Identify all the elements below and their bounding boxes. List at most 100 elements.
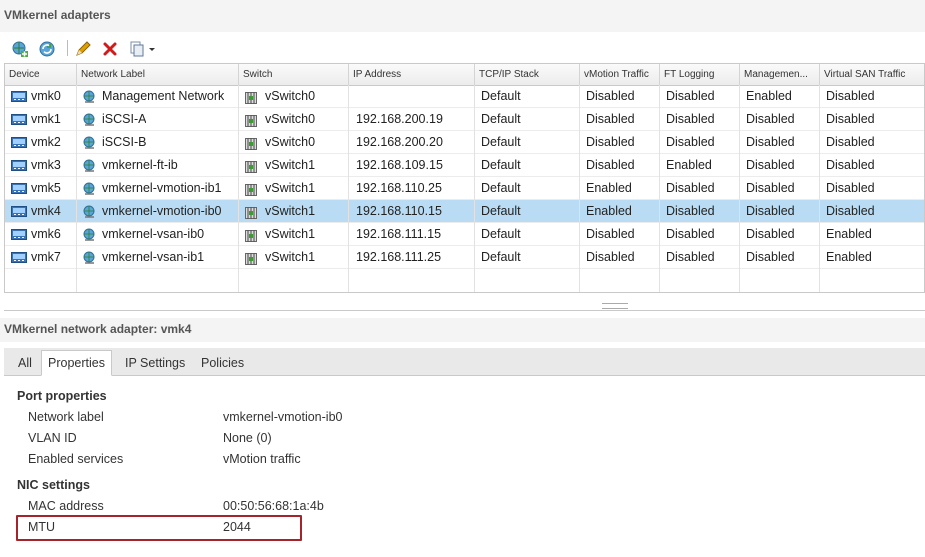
remove-button[interactable] (100, 38, 120, 60)
vsan-cell: Disabled (826, 158, 875, 172)
network-icon (82, 90, 98, 103)
management-cell: Enabled (746, 89, 792, 103)
refresh-icon (39, 41, 55, 57)
tcpip-stack-cell: Default (481, 204, 521, 218)
switch-cell: vSwitch1 (265, 250, 316, 264)
tcpip-stack-cell: Default (481, 112, 521, 126)
vsan-cell: Disabled (826, 181, 875, 195)
column-header-ip-address[interactable]: IP Address (349, 64, 475, 85)
table-row[interactable]: vmk5 vmkernel-vmotion-ib1 vSwitch1 192.168.… (5, 177, 924, 200)
vmkernel-adapter-icon (11, 113, 27, 126)
vmotion-cell: Disabled (586, 227, 635, 241)
vswitch-icon (243, 205, 259, 219)
table-row[interactable]: vmk2 iSCSI-B vSwitch0 192.168.200.20 Default… (5, 131, 924, 154)
management-cell: Disabled (746, 158, 795, 172)
table-row[interactable]: vmk3 vmkernel-ft-ib vSwitch1 192.168.109.15… (5, 154, 924, 177)
column-header-vmotion[interactable]: vMotion Traffic (580, 64, 660, 85)
column-header-management[interactable]: Managemen... (740, 64, 820, 85)
device-cell: vmk4 (31, 204, 61, 218)
network-icon (82, 136, 98, 149)
column-header-device[interactable]: Device (5, 64, 77, 85)
device-cell: vmk6 (31, 227, 61, 241)
vmkernel-adapter-icon (11, 228, 27, 241)
device-cell: vmk3 (31, 158, 61, 172)
device-cell: vmk7 (31, 250, 61, 264)
ft-logging-cell: Enabled (666, 158, 712, 172)
splitter-grip[interactable] (602, 303, 628, 309)
vsan-cell: Enabled (826, 250, 872, 264)
vswitch-icon (243, 251, 259, 265)
table-row[interactable]: vmk1 iSCSI-A vSwitch0 192.168.200.19 Default… (5, 108, 924, 131)
column-header-tcpip-stack[interactable]: TCP/IP Stack (475, 64, 580, 85)
table-row[interactable]: vmk7 vmkernel-vsan-ib1 vSwitch1 192.168.111… (5, 246, 924, 269)
ip-address-cell: 192.168.110.15 (356, 204, 442, 218)
network-label-cell: vmkernel-vsan-ib1 (102, 250, 205, 264)
vswitch-icon (243, 182, 259, 196)
vlan-id-value: None (0) (223, 431, 272, 445)
detail-title: VMkernel network adapter: vmk4 (0, 318, 925, 342)
enabled-services-value: vMotion traffic (223, 452, 301, 466)
network-label-value: vmkernel-vmotion-ib0 (223, 410, 343, 424)
table-row[interactable]: vmk0 Management Network vSwitch0 Default Dis… (5, 85, 924, 108)
column-header-network-label[interactable]: Network Label (77, 64, 239, 85)
network-label-label: Network label (28, 410, 104, 424)
management-cell: Disabled (746, 227, 795, 241)
pencil-icon (76, 41, 91, 56)
vmotion-cell: Disabled (586, 135, 635, 149)
mac-address-value: 00:50:56:68:1a:4b (223, 499, 324, 513)
tcpip-stack-cell: Default (481, 227, 521, 241)
tcpip-stack-cell: Default (481, 89, 521, 103)
management-cell: Disabled (746, 204, 795, 218)
tcpip-stack-cell: Default (481, 158, 521, 172)
more-actions-button[interactable] (128, 38, 160, 60)
ip-address-cell: 192.168.109.15 (356, 158, 443, 172)
port-properties-heading: Port properties (17, 389, 107, 403)
add-network-icon (12, 41, 28, 57)
tab-properties[interactable]: Properties (41, 350, 112, 376)
tab-ip-settings[interactable]: IP Settings (119, 351, 191, 375)
vmotion-cell: Enabled (586, 181, 632, 195)
column-header-ft-logging[interactable]: FT Logging (660, 64, 740, 85)
ft-logging-cell: Disabled (666, 89, 715, 103)
table-row[interactable]: vmk4 vmkernel-vmotion-ib0 vSwitch1 192.168.… (5, 200, 924, 223)
vsan-cell: Disabled (826, 204, 875, 218)
tcpip-stack-cell: Default (481, 250, 521, 264)
management-cell: Disabled (746, 112, 795, 126)
ft-logging-cell: Disabled (666, 204, 715, 218)
network-label-cell: iSCSI-B (102, 135, 147, 149)
device-cell: vmk5 (31, 181, 61, 195)
ft-logging-cell: Disabled (666, 112, 715, 126)
network-label-cell: vmkernel-ft-ib (102, 158, 178, 172)
vmkernel-adapters-grid: Device Network Label Switch IP Address T… (4, 63, 925, 293)
device-cell: vmk2 (31, 135, 61, 149)
vswitch-icon (243, 113, 259, 127)
device-cell: vmk1 (31, 112, 61, 126)
column-header-vsan[interactable]: Virtual SAN Traffic (820, 64, 924, 85)
table-row[interactable]: vmk6 vmkernel-vsan-ib0 vSwitch1 192.168.111… (5, 223, 924, 246)
vmotion-cell: Disabled (586, 158, 635, 172)
vmkernel-adapter-icon (11, 182, 27, 195)
add-host-networking-button[interactable] (10, 38, 30, 60)
device-cell: vmk0 (31, 89, 61, 103)
panel-splitter[interactable] (4, 300, 925, 311)
vswitch-icon (243, 90, 259, 104)
network-icon (82, 251, 98, 264)
ft-logging-cell: Disabled (666, 250, 715, 264)
tab-policies[interactable]: Policies (195, 351, 250, 375)
vsan-cell: Enabled (826, 227, 872, 241)
panel-title-text: VMkernel adapters (4, 8, 111, 22)
network-icon (82, 113, 98, 126)
vmotion-cell: Disabled (586, 112, 635, 126)
tab-all[interactable]: All (12, 351, 38, 375)
vsan-cell: Disabled (826, 112, 875, 126)
vmkernel-adapter-icon (11, 205, 27, 218)
column-header-switch[interactable]: Switch (239, 64, 349, 85)
edit-settings-button[interactable] (73, 38, 93, 60)
ft-logging-cell: Disabled (666, 227, 715, 241)
network-icon (82, 159, 98, 172)
ip-address-cell: 192.168.111.15 (356, 227, 442, 241)
vmkernel-adapter-icon (11, 136, 27, 149)
mtu-highlight-box (16, 515, 302, 541)
refresh-button[interactable] (37, 38, 57, 60)
network-label-cell: vmkernel-vmotion-ib0 (102, 204, 222, 218)
